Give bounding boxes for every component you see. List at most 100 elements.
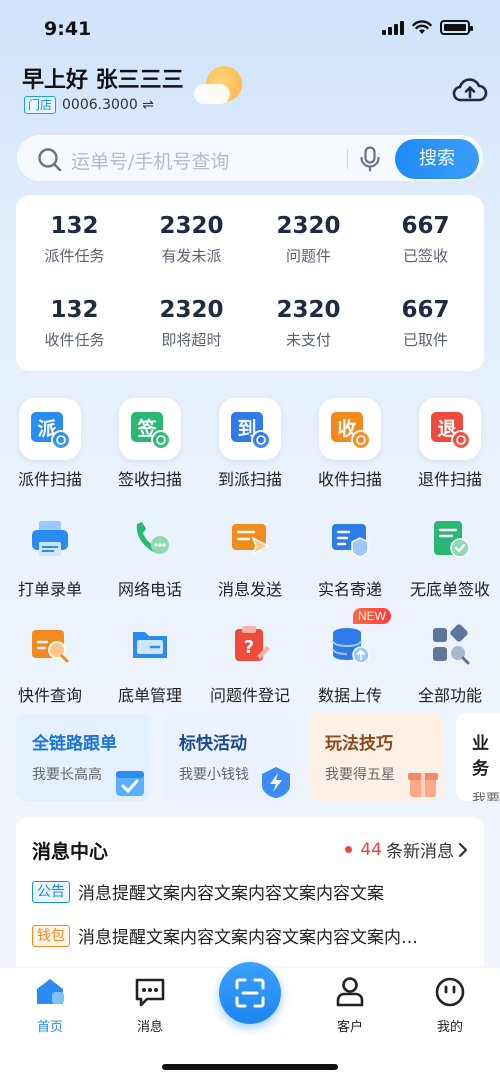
grid-item[interactable]: ? 问题件登记 — [200, 614, 300, 706]
search-bar: 运单号/手机号查询 搜索 — [16, 134, 484, 182]
list-item[interactable]: 公告 消息提醒文案内容文案内容文案内容文案 — [32, 879, 472, 904]
grid-item[interactable]: 无底单签收 — [400, 508, 500, 600]
stat-value: 2320 — [276, 213, 341, 239]
user-icon — [336, 977, 364, 1007]
grid-item-label: 底单管理 — [117, 686, 182, 705]
stat-item[interactable]: 2320 问题件 — [250, 213, 367, 266]
stat-value: 2320 — [159, 297, 224, 323]
greeting-text: 早上好 张三三三 — [22, 68, 184, 93]
microphone-icon[interactable] — [359, 146, 381, 172]
stat-item[interactable]: 667 已签收 — [367, 213, 484, 266]
new-message-count[interactable]: 44 条新消息 — [345, 837, 468, 862]
search-divider — [347, 149, 348, 169]
grid-item-label: 签收扫描 — [117, 470, 182, 489]
grid-item[interactable]: 退退件扫描 — [400, 398, 500, 490]
grid-item-label: 派件扫描 — [17, 470, 82, 489]
promo-card[interactable]: 业务 我要 — [456, 713, 500, 801]
grid-item[interactable]: 打单录单 — [0, 508, 100, 600]
stat-value: 2320 — [276, 297, 341, 323]
message-text: 消息提醒文案内容文案内容文案内容文案 — [78, 884, 384, 904]
message-count-suffix: 条新消息 — [386, 842, 454, 862]
stat-item[interactable]: 2320 未支付 — [250, 297, 367, 350]
receipt-check-icon — [419, 508, 481, 570]
status-time: 9:41 — [44, 18, 92, 40]
svg-text:?: ? — [244, 637, 254, 658]
stat-label: 已取件 — [402, 331, 448, 349]
promo-title: 全链路跟单 — [32, 734, 117, 754]
stat-item[interactable]: 132 派件任务 — [16, 213, 133, 266]
cloud-upload-icon[interactable] — [452, 74, 488, 106]
scan-button[interactable] — [219, 962, 281, 1024]
message-center[interactable]: 消息中心 44 条新消息 公告 消息提醒文案内容文案内容文案内容文案 钱包 消息… — [16, 817, 484, 967]
grid-item[interactable]: 签签收扫描 — [100, 398, 200, 490]
stat-value: 132 — [50, 213, 99, 239]
tab-profile[interactable]: 我的 — [410, 976, 490, 1035]
battery-icon — [440, 20, 473, 35]
chevron-right-icon — [458, 842, 468, 857]
folder-icon — [119, 614, 181, 676]
store-value: 0006.3000 ⇌ — [62, 97, 154, 113]
grid-item[interactable]: 到到派扫描 — [200, 398, 300, 490]
stat-item[interactable]: 2320 有发未派 — [133, 213, 250, 266]
home-indicator — [162, 1064, 338, 1070]
search-input[interactable]: 运单号/手机号查询 — [71, 147, 229, 174]
store-tag: 门店 — [24, 96, 57, 114]
list-item[interactable]: 钱包 消息提醒文案内容文案内容文案内容文案内… — [32, 923, 472, 948]
stat-label: 问题件 — [285, 247, 331, 265]
tab-customers[interactable]: 客户 — [310, 976, 390, 1035]
stat-label: 未支付 — [285, 331, 331, 349]
grid-item-label: 打单录单 — [17, 580, 82, 599]
stats-card: 132 派件任务 2320 有发未派 2320 问题件 667 已签收 132 收件任务 2320 即… — [16, 195, 484, 371]
grid-item-label: 数据上传 — [317, 686, 382, 705]
grid-item[interactable]: 收收件扫描 — [300, 398, 400, 490]
scan-icon — [235, 978, 265, 1008]
tab-home[interactable]: 首页 — [10, 976, 90, 1035]
grid-item[interactable]: 消息发送 — [200, 508, 300, 600]
promo-card[interactable]: 全链路跟单 我要长高高 — [16, 713, 151, 801]
grid-item-label: 收件扫描 — [317, 470, 382, 489]
stat-value: 667 — [401, 213, 450, 239]
stat-item[interactable]: 2320 即将超时 — [133, 297, 250, 350]
parcel-search-icon — [19, 614, 81, 676]
promo-subtitle: 我要 — [472, 792, 500, 801]
grid-item[interactable]: NEW 数据上传 — [300, 608, 400, 706]
scan-icon: 派 — [19, 398, 81, 460]
grid-item[interactable]: 网络电话 — [100, 508, 200, 600]
wifi-icon — [412, 20, 432, 34]
scan-icon: 签 — [119, 398, 181, 460]
grid-item[interactable]: 快件查询 — [0, 614, 100, 706]
grid-item[interactable]: 底单管理 — [100, 614, 200, 706]
stat-value: 2320 — [159, 213, 224, 239]
grid-item[interactable]: 实名寄递 — [300, 508, 400, 600]
grid-item[interactable]: 派派件扫描 — [0, 398, 100, 490]
grid-item-label: 网络电话 — [117, 580, 182, 599]
promo-card[interactable]: 标快活动 我要小钱钱 — [163, 713, 297, 801]
stat-item[interactable]: 132 收件任务 — [16, 297, 133, 350]
promo-title: 玩法技巧 — [325, 734, 393, 754]
promo-title: 标快活动 — [179, 734, 247, 754]
scan-icon: 收 — [319, 398, 381, 460]
grid-item-label: 实名寄递 — [317, 580, 382, 599]
question-clipboard-icon: ? — [219, 614, 281, 676]
tab-label: 首页 — [36, 1020, 63, 1035]
promo-card[interactable]: 玩法技巧 我要得五星 — [309, 713, 444, 801]
printer-icon — [19, 508, 81, 570]
phone-icon — [119, 508, 181, 570]
grid-item-label: 消息发送 — [217, 580, 282, 599]
store-switcher[interactable]: 门店 0006.3000 ⇌ — [24, 96, 154, 114]
stat-value: 667 — [401, 297, 450, 323]
alert-dot — [345, 846, 353, 853]
calendar-check-icon — [113, 765, 147, 799]
stat-item[interactable]: 667 已取件 — [367, 297, 484, 350]
grid-item[interactable]: 全部功能 — [400, 614, 500, 706]
message-text: 消息提醒文案内容文案内容文案内容文案内… — [78, 928, 418, 948]
stat-label: 收件任务 — [44, 331, 105, 349]
grid-item-label: 全部功能 — [417, 686, 482, 705]
stat-value: 132 — [50, 297, 99, 323]
grid-item-label: 退件扫描 — [417, 470, 482, 489]
home-icon — [37, 979, 64, 1004]
search-icon — [38, 148, 62, 172]
tab-messages[interactable]: 消息 — [110, 976, 190, 1035]
search-button[interactable]: 搜索 — [395, 139, 479, 179]
message-center-title: 消息中心 — [32, 841, 109, 863]
